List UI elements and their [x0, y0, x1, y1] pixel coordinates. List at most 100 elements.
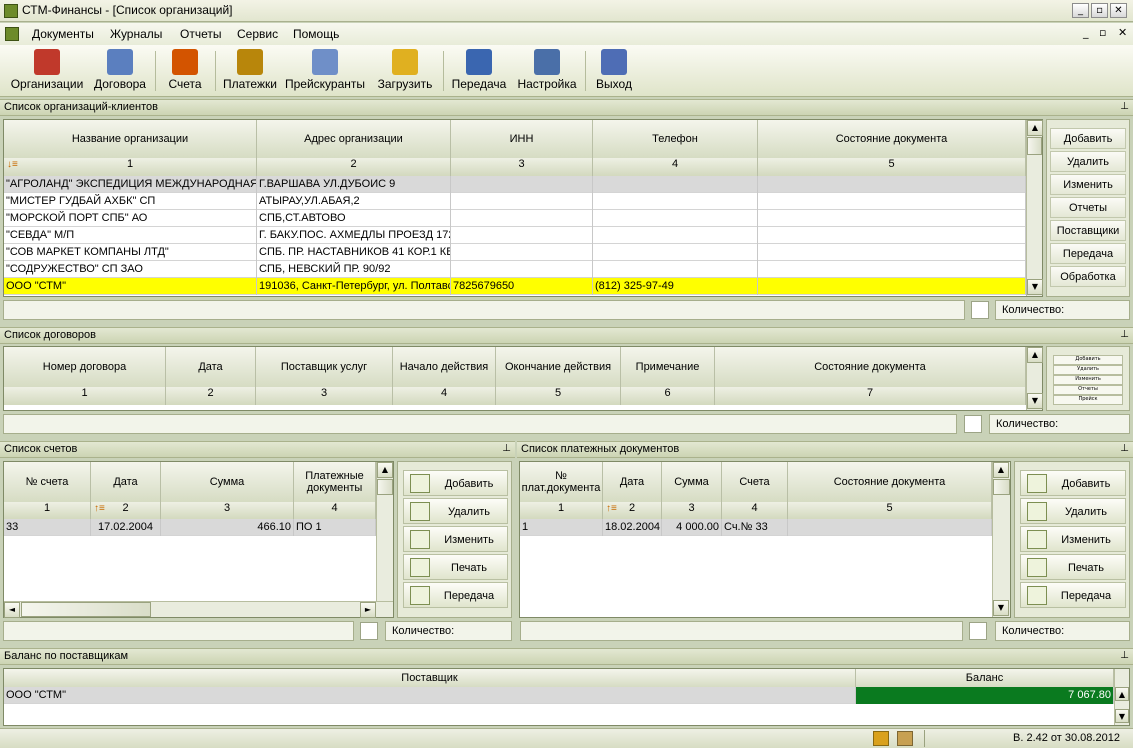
contracts-col-number-header[interactable]: Номер договора — [4, 347, 166, 387]
toolbar-exit-button[interactable]: Выход — [590, 48, 638, 94]
table-row[interactable]: 33 17.02.2004 466.10 ПО 1 — [4, 519, 376, 536]
toolbar-settings-button[interactable]: Настройка — [514, 48, 580, 94]
toolbar-organizations-button[interactable]: Организации — [8, 48, 86, 94]
payments-col-sum-header[interactable]: Сумма — [662, 462, 722, 502]
balance-col-supplier-header[interactable]: Поставщик — [4, 669, 856, 687]
invoices-add-button[interactable]: Добавить — [403, 470, 508, 496]
toolbar-payments-button[interactable]: Платежки — [219, 48, 281, 94]
contracts-vertical-scrollbar[interactable]: ▲ ▼ — [1026, 347, 1043, 410]
invoices-col-number-header[interactable]: № счета — [4, 462, 91, 502]
scroll-up-arrow-icon[interactable]: ▲ — [993, 462, 1009, 478]
table-row[interactable]: 1 18.02.2004 4 000.00 Сч.№ 33 — [520, 519, 992, 536]
table-row[interactable]: ООО "СТМ" 7 067.80 — [4, 687, 1114, 704]
contracts-col-note-header[interactable]: Примечание — [621, 347, 715, 387]
payments-col-date-header[interactable]: Дата — [603, 462, 662, 502]
orgs-filter-field[interactable] — [3, 300, 965, 320]
invoices-horizontal-scrollbar[interactable]: ◄ ► — [4, 601, 393, 618]
menu-journals[interactable]: Журналы — [110, 27, 162, 41]
table-row[interactable]: "СОДРУЖЕСТВО" СП ЗАО СПБ, НЕВСКИЙ ПР. 90… — [4, 261, 1026, 278]
scroll-right-arrow-icon[interactable]: ► — [360, 602, 376, 618]
balance-col-balance-header[interactable]: Баланс — [856, 669, 1114, 687]
scroll-up-arrow-icon[interactable]: ▲ — [1027, 120, 1043, 136]
orgs-col-name-header[interactable]: Название организации — [4, 120, 257, 158]
invoices-delete-button[interactable]: Удалить — [403, 498, 508, 524]
table-row-selected[interactable]: ООО "СТМ" 191036, Санкт-Петербург, ул. П… — [4, 278, 1026, 295]
payments-print-button[interactable]: Печать — [1020, 554, 1126, 580]
orgs-col-phone-header[interactable]: Телефон — [593, 120, 758, 158]
payments-col-invoices-header[interactable]: Счета — [722, 462, 788, 502]
payments-filter-field[interactable] — [520, 621, 963, 641]
payments-edit-button[interactable]: Изменить — [1020, 526, 1126, 552]
status-edit-icon[interactable] — [897, 731, 913, 746]
table-row[interactable]: "СОВ МАРКЕТ КОМПАНЫ ЛТД" СПБ. ПР. НАСТАВ… — [4, 244, 1026, 261]
invoices-edit-button[interactable]: Изменить — [403, 526, 508, 552]
contracts-pricelist-button[interactable]: Прейск — [1053, 395, 1123, 405]
invoices-col-date-header[interactable]: Дата — [91, 462, 161, 502]
scroll-thumb[interactable] — [377, 479, 393, 495]
payments-checkbox[interactable] — [969, 622, 987, 640]
invoices-col-payments-header[interactable]: Платежные документы — [294, 462, 376, 502]
contracts-reports-button[interactable]: Отчеты — [1053, 385, 1123, 395]
table-row[interactable]: "МОРСКОЙ ПОРТ СПБ" АО СПБ,СТ.АВТОВО — [4, 210, 1026, 227]
scroll-thumb[interactable] — [21, 602, 151, 617]
toolbar-contracts-button[interactable]: Договора — [90, 48, 150, 94]
scroll-up-arrow-icon[interactable]: ▲ — [1115, 687, 1129, 701]
scroll-down-arrow-icon[interactable]: ▼ — [1027, 279, 1043, 295]
orgs-checkbox[interactable] — [971, 301, 989, 319]
orgs-process-button[interactable]: Обработка — [1050, 266, 1126, 287]
orgs-col-inn-header[interactable]: ИНН — [451, 120, 593, 158]
menu-reports[interactable]: Отчеты — [180, 27, 221, 41]
scroll-down-arrow-icon[interactable]: ▼ — [1115, 709, 1129, 723]
menu-documents[interactable]: Документы — [32, 27, 94, 41]
contracts-add-button[interactable]: Добавить — [1053, 355, 1123, 365]
pin-icon[interactable]: ⊥ — [1120, 650, 1129, 661]
toolbar-load-button[interactable]: Загрузить — [372, 48, 438, 94]
contracts-checkbox[interactable] — [964, 415, 982, 433]
invoices-filter-field[interactable] — [3, 621, 354, 641]
scroll-down-arrow-icon[interactable]: ▼ — [993, 600, 1009, 616]
status-tray-icon[interactable] — [873, 731, 889, 746]
menu-help[interactable]: Помощь — [293, 27, 339, 41]
scroll-thumb[interactable] — [1027, 137, 1042, 155]
pin-icon[interactable]: ⊥ — [1120, 443, 1129, 454]
orgs-suppliers-button[interactable]: Поставщики — [1050, 220, 1126, 241]
payments-col-state-header[interactable]: Состояние документа — [788, 462, 992, 502]
contracts-delete-button[interactable]: Удалить — [1053, 365, 1123, 375]
scroll-thumb[interactable] — [993, 479, 1010, 495]
payments-delete-button[interactable]: Удалить — [1020, 498, 1126, 524]
invoices-vertical-scrollbar[interactable]: ▲ — [376, 462, 393, 601]
orgs-col-state-header[interactable]: Состояние документа — [758, 120, 1026, 158]
table-row[interactable]: "АГРОЛАНД" ЭКСПЕДИЦИЯ МЕЖДУНАРОДНАЯ Г.ВА… — [4, 176, 1026, 193]
pin-icon[interactable]: ⊥ — [1120, 329, 1129, 340]
minimize-button[interactable]: _ — [1072, 3, 1089, 18]
invoices-checkbox[interactable] — [360, 622, 378, 640]
contracts-col-state-header[interactable]: Состояние документа — [715, 347, 1026, 387]
pin-icon[interactable]: ⊥ — [502, 443, 511, 454]
mdi-minimize-button[interactable]: _ — [1083, 26, 1089, 39]
contracts-edit-button[interactable]: Изменить — [1053, 375, 1123, 385]
payments-col-number-header[interactable]: № плат.документа — [520, 462, 603, 502]
payments-add-button[interactable]: Добавить — [1020, 470, 1126, 496]
orgs-vertical-scrollbar[interactable]: ▲ ▼ — [1026, 120, 1043, 296]
orgs-transfer-button[interactable]: Передача — [1050, 243, 1126, 264]
restore-button[interactable]: ▫ — [1091, 3, 1108, 18]
mdi-close-button[interactable]: ✕ — [1118, 26, 1127, 39]
table-row[interactable]: "СЕВДА" М/П Г. БАКУ.ПОС. АХМЕДЛЫ ПРОЕЗД … — [4, 227, 1026, 244]
scroll-down-arrow-icon[interactable]: ▼ — [1027, 393, 1043, 409]
contracts-filter-field[interactable] — [3, 414, 957, 434]
invoices-col-sum-header[interactable]: Сумма — [161, 462, 294, 502]
scroll-left-arrow-icon[interactable]: ◄ — [4, 602, 20, 618]
contracts-col-start-header[interactable]: Начало действия — [393, 347, 496, 387]
contracts-col-date-header[interactable]: Дата — [166, 347, 256, 387]
toolbar-transfer-button[interactable]: Передача — [448, 48, 510, 94]
payments-transfer-button[interactable]: Передача — [1020, 582, 1126, 608]
orgs-col-address-header[interactable]: Адрес организации — [257, 120, 451, 158]
scroll-up-arrow-icon[interactable]: ▲ — [1027, 347, 1043, 363]
pin-icon[interactable]: ⊥ — [1120, 101, 1129, 112]
orgs-delete-button[interactable]: Удалить — [1050, 151, 1126, 172]
balance-vertical-scrollbar[interactable]: ▲ ▼ — [1114, 669, 1129, 725]
contracts-col-provider-header[interactable]: Поставщик услуг — [256, 347, 393, 387]
mdi-restore-button[interactable]: ▫ — [1099, 26, 1106, 39]
payments-vertical-scrollbar[interactable]: ▲ ▼ — [992, 462, 1010, 617]
toolbar-invoices-button[interactable]: Счета — [160, 48, 210, 94]
